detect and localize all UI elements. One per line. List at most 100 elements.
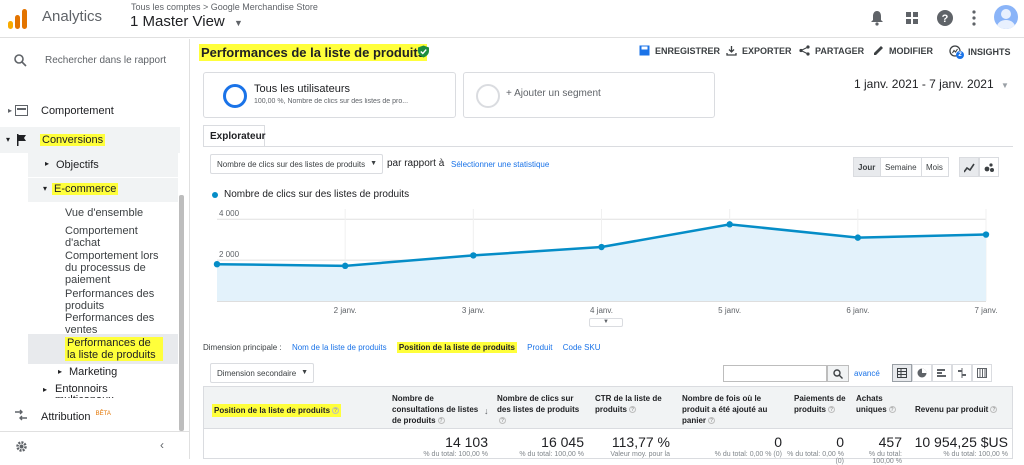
sidebar-search[interactable]: Rechercher dans le rapport <box>0 47 190 75</box>
sidebar-item-performances-produits[interactable]: Performances des produits <box>65 288 165 312</box>
dim-product[interactable]: Produit <box>527 343 552 352</box>
gear-icon[interactable] <box>15 440 28 453</box>
data-point <box>854 234 862 241</box>
sidebar-item-ecommerce[interactable]: E-commerce <box>52 183 119 195</box>
select-metric-link[interactable]: Sélectionner une statistique <box>451 160 549 169</box>
sidebar-item-vue-ensemble[interactable]: Vue d'ensemble <box>65 207 143 219</box>
more-vert-icon[interactable] <box>964 8 984 28</box>
performance-view-toggle[interactable] <box>932 364 952 382</box>
segment-all-users[interactable]: Tous les utilisateurs 100,00 %, Nombre d… <box>203 72 456 118</box>
insights-badge: 2 <box>956 51 964 59</box>
sidebar-item-objectifs-row[interactable] <box>28 153 178 177</box>
tab-explorateur[interactable]: Explorateur <box>203 125 266 147</box>
expand-arrow-icon[interactable]: ▸ <box>45 159 49 168</box>
chart-expand-handle[interactable]: ▼ <box>589 318 623 327</box>
chevron-down-icon[interactable]: ▼ <box>234 18 243 28</box>
line-chart-icon <box>963 163 975 173</box>
help-icon[interactable]: ? <box>332 407 340 415</box>
add-segment-card[interactable]: + Ajouter un segment <box>463 72 715 118</box>
sidebar-item-conversions[interactable]: Conversions <box>40 134 106 146</box>
view-selector[interactable]: 1 Master View <box>130 13 225 30</box>
data-point <box>982 231 990 238</box>
analytics-logo-icon[interactable] <box>7 8 29 30</box>
help-icon[interactable]: ? <box>990 406 998 414</box>
date-range-picker[interactable]: 1 janv. 2021 - 7 janv. 2021 ▼ <box>854 77 1009 91</box>
sidebar-item-comportement[interactable]: Comportement <box>41 105 114 117</box>
edit-label: MODIFIER <box>889 45 933 56</box>
expand-arrow-icon[interactable]: ▸ <box>8 106 12 115</box>
table-search-button[interactable] <box>827 365 849 382</box>
sidebar-item-objectifs[interactable]: Objectifs <box>56 159 99 171</box>
metric-dropdown[interactable]: Nombre de clics sur des listes de produi… <box>210 154 383 174</box>
dim-list-position[interactable]: Position de la liste de produits <box>396 342 517 353</box>
help-icon[interactable]: ? <box>499 417 506 425</box>
col-header-position[interactable]: Position de la liste de produits? <box>212 404 342 417</box>
bell-icon[interactable] <box>867 8 887 28</box>
sidebar-item-attribution[interactable]: Attribution BÊTA <box>41 411 111 423</box>
sidebar-scrollbar[interactable] <box>179 195 184 431</box>
share-button[interactable]: PARTAGER <box>799 45 864 56</box>
sidebar-item-marketing[interactable]: Marketing <box>69 366 117 378</box>
sidebar-footer: ‹ <box>0 431 190 459</box>
col-header-consultations[interactable]: Nombre de consultations de listes de pro… <box>392 393 484 426</box>
comparison-view-toggle[interactable] <box>952 364 972 382</box>
col-header-ctr[interactable]: CTR de la liste de produits? <box>595 393 670 415</box>
x-tick-label: 2 janv. <box>334 306 357 315</box>
help-icon[interactable]: ? <box>828 406 835 414</box>
col-header-paiements[interactable]: Paiements de produits? <box>794 393 850 415</box>
day-button[interactable]: Jour <box>853 157 881 177</box>
collapse-arrow-icon[interactable]: ▾ <box>6 135 10 144</box>
segment-circle-icon <box>223 84 247 108</box>
col-header-achats[interactable]: Achats uniques? <box>856 393 906 415</box>
save-button[interactable]: ENREGISTRER <box>639 45 720 56</box>
pie-view-toggle[interactable] <box>912 364 932 382</box>
collapse-sidebar-icon[interactable]: ‹ <box>160 438 164 452</box>
advanced-filter-link[interactable]: avancé <box>854 369 880 378</box>
dim-list-name[interactable]: Nom de la liste de produits <box>292 343 387 352</box>
col-header-revenu-label: Revenu par produit <box>915 405 989 414</box>
expand-arrow-icon[interactable]: ▸ <box>58 367 62 376</box>
apps-grid-icon[interactable] <box>902 8 922 28</box>
sort-desc-icon[interactable]: ↓ <box>484 406 489 416</box>
avatar[interactable] <box>994 5 1018 29</box>
secondary-dimension-dropdown[interactable]: Dimension secondaire ▼ <box>210 363 314 383</box>
col-header-panier-label: Nombre de fois où le produit a été ajout… <box>682 394 768 425</box>
sidebar-item-paiement[interactable]: Comportement lors du processus de paieme… <box>65 250 165 286</box>
pencil-icon <box>874 46 883 55</box>
total-panier-sub: % du total: 0,00 % (0) <box>714 451 782 458</box>
help-icon[interactable]: ? <box>888 406 896 414</box>
help-icon[interactable]: ? <box>437 417 445 425</box>
export-button[interactable]: EXPORTER <box>726 45 792 56</box>
sidebar-item-comportement-achat[interactable]: Comportement d'achat <box>65 225 155 249</box>
account-breadcrumb[interactable]: Tous les comptes > Google Merchandise St… <box>131 2 318 12</box>
table-search-input[interactable] <box>723 365 827 382</box>
sidebar-item-entonnoirs[interactable]: Entonnoirs multicanaux <box>55 384 125 398</box>
dim-sku[interactable]: Code SKU <box>563 343 601 352</box>
expand-arrow-icon[interactable]: ▸ <box>43 385 47 394</box>
empty-segment-circle-icon <box>476 84 500 108</box>
metric-dropdown-label: Nombre de clics sur des listes de produi… <box>217 160 366 169</box>
table-view-toggle[interactable] <box>892 364 912 382</box>
search-input[interactable]: Rechercher dans le rapport <box>45 55 166 66</box>
save-label: ENREGISTRER <box>655 45 721 56</box>
col-header-revenu[interactable]: Revenu par produit? <box>915 404 1014 415</box>
secondary-dimension-label: Dimension secondaire <box>217 369 297 378</box>
help-icon[interactable]: ? <box>708 417 716 425</box>
data-point <box>213 261 221 268</box>
month-button[interactable]: Mois <box>921 157 949 177</box>
chevron-down-icon: ▼ <box>301 369 308 376</box>
week-button[interactable]: Semaine <box>880 157 922 177</box>
insights-button[interactable]: 2 INSIGHTS <box>949 45 1011 59</box>
motion-chart-toggle[interactable] <box>979 157 999 177</box>
help-icon[interactable]: ? <box>629 406 636 414</box>
sidebar-item-performances-ventes[interactable]: Performances des ventes <box>65 312 165 336</box>
collapse-arrow-icon[interactable]: ▾ <box>43 184 47 193</box>
line-chart-toggle[interactable] <box>959 157 979 177</box>
col-header-clics[interactable]: Nombre de clics sur des listes de produi… <box>497 393 585 426</box>
sidebar-item-performances-liste[interactable]: Performances de la liste de produits <box>65 337 163 361</box>
beta-badge: BÊTA <box>95 411 111 418</box>
help-icon[interactable]: ? <box>935 8 955 28</box>
col-header-panier[interactable]: Nombre de fois où le produit a été ajout… <box>682 393 782 426</box>
pivot-view-toggle[interactable] <box>972 364 992 382</box>
edit-button[interactable]: MODIFIER <box>873 45 933 56</box>
